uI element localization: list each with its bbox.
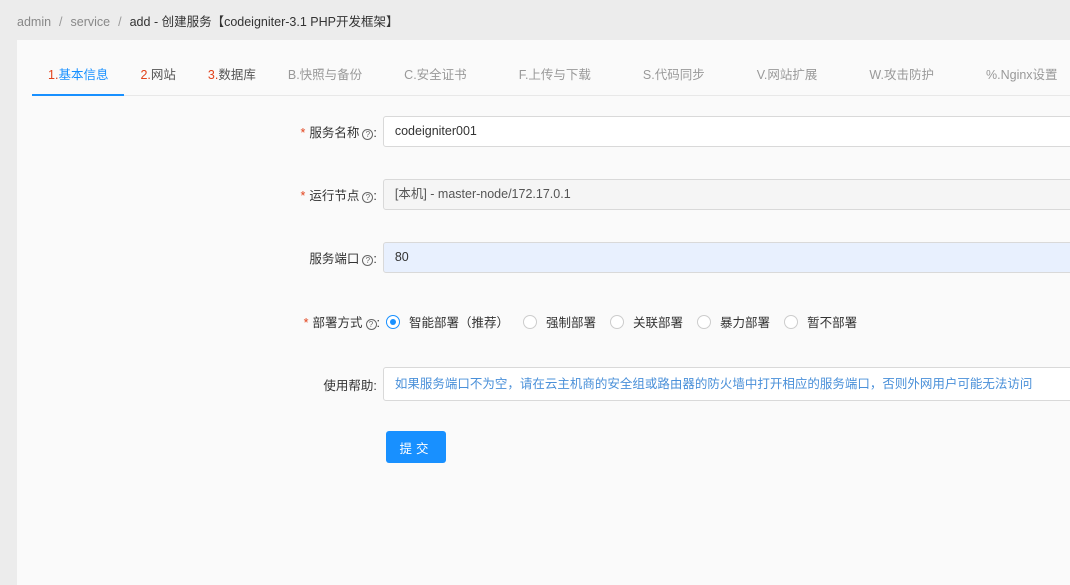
- radio-smart-deploy[interactable]: 智能部署（推荐）: [386, 312, 509, 331]
- usage-help-text: 如果服务端口不为空，请在云主机商的安全组或路由器的防火墙中打开相应的服务端口，否…: [382, 367, 1070, 401]
- help-icon[interactable]: ?: [362, 255, 374, 266]
- form-card: 1.基本信息 2.网站 3.数据库 B.快照与备份 C.安全证书 F.上传与下载…: [17, 40, 1070, 585]
- tab-website[interactable]: 2.网站: [124, 67, 191, 96]
- field-usage-help: 使用帮助: 如果服务端口不为空，请在云主机商的安全组或路由器的防火墙中打开相应的…: [17, 367, 1070, 401]
- radio-icon: [523, 314, 538, 329]
- help-icon[interactable]: ?: [362, 129, 374, 140]
- page-title: 创建服务【codeigniter-3.1 PHP开发框架】: [161, 15, 399, 29]
- field-service-name: * 服务名称?: codeigniter001: [17, 116, 1070, 147]
- radio-icon: [784, 314, 799, 329]
- radio-no-deploy[interactable]: 暂不部署: [784, 312, 857, 331]
- tab-site-extension[interactable]: V.网站扩展: [731, 67, 844, 96]
- tab-ssl-cert[interactable]: C.安全证书: [378, 67, 493, 96]
- tab-database[interactable]: 3.数据库: [192, 67, 272, 96]
- radio-icon: [697, 314, 712, 329]
- radio-force-deploy[interactable]: 强制部署: [523, 312, 596, 331]
- help-icon[interactable]: ?: [362, 192, 374, 203]
- tab-basic-info[interactable]: 1.基本信息: [32, 67, 125, 96]
- run-node-select[interactable]: [本机] - master-node/172.17.0.1: [382, 179, 1070, 210]
- tab-nginx-settings[interactable]: %.Nginx设置: [960, 67, 1070, 96]
- breadcrumb-add: add: [129, 15, 151, 29]
- tab-attack-protection[interactable]: W.攻击防护: [843, 67, 960, 96]
- service-name-input[interactable]: codeigniter001: [382, 116, 1070, 147]
- radio-brute-deploy[interactable]: 暴力部署: [697, 312, 770, 331]
- service-port-input[interactable]: 80: [382, 242, 1070, 273]
- breadcrumb-admin[interactable]: admin: [17, 15, 51, 29]
- radio-linked-deploy[interactable]: 关联部署: [610, 312, 683, 331]
- submit-button[interactable]: 提交: [386, 431, 446, 463]
- breadcrumb-service[interactable]: service: [71, 15, 111, 29]
- field-service-port: 服务端口?: 80: [17, 242, 1070, 273]
- field-deploy-mode: * 部署方式?: 智能部署（推荐） 强制部署 关联部署 暴力部署 暂不部署: [17, 312, 1070, 331]
- tab-snapshot-backup[interactable]: B.快照与备份: [272, 67, 378, 96]
- breadcrumb: admin / service / add - 创建服务【codeigniter-3.1…: [17, 15, 399, 29]
- help-icon[interactable]: ?: [365, 319, 377, 330]
- tab-bar: 1.基本信息 2.网站 3.数据库 B.快照与备份 C.安全证书 F.上传与下载…: [32, 67, 1070, 96]
- radio-checked-icon: [386, 314, 400, 329]
- tab-upload-download[interactable]: F.上传与下载: [493, 67, 617, 96]
- field-run-node: * 运行节点?: [本机] - master-node/172.17.0.1: [17, 179, 1070, 210]
- deploy-mode-radio-group: 智能部署（推荐） 强制部署 关联部署 暴力部署 暂不部署: [386, 312, 871, 331]
- radio-icon: [610, 314, 625, 329]
- tab-code-sync[interactable]: S.代码同步: [617, 67, 731, 96]
